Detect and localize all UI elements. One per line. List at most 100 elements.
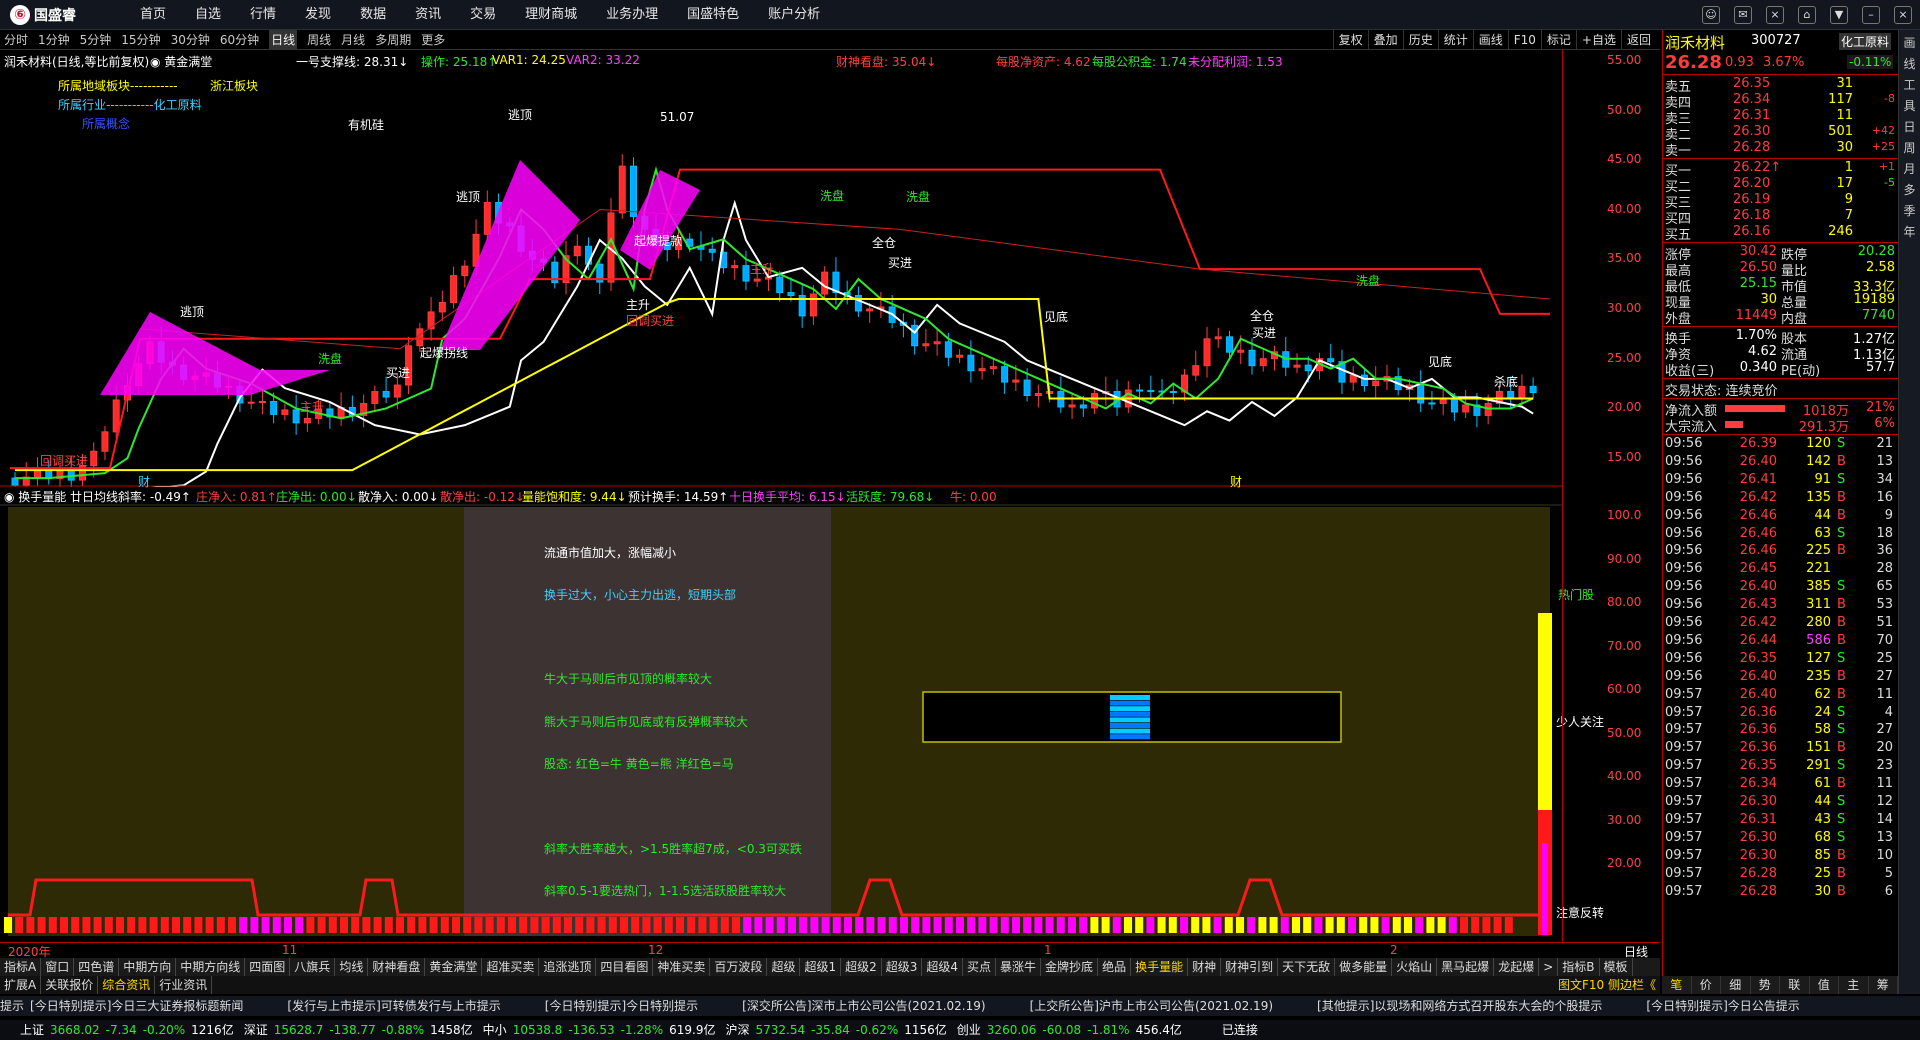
indicator-tab-19[interactable]: 超级4 bbox=[922, 958, 964, 976]
indicator-tab-3[interactable]: 中期方向 bbox=[119, 958, 177, 976]
nav-item-9[interactable]: 国盛特色 bbox=[687, 0, 739, 30]
nav-item-10[interactable]: 账户分析 bbox=[768, 0, 820, 30]
news-item-4[interactable]: [上交所公告]沪市上市公司公告(2021.02.19) bbox=[1030, 999, 1273, 1013]
indicator-tab-12[interactable]: 四目看图 bbox=[596, 958, 654, 976]
sidebar-tool-5[interactable]: 周 bbox=[1899, 139, 1920, 156]
chart-tool-4[interactable]: 画线 bbox=[1472, 30, 1508, 50]
indicator-tab-18[interactable]: 超级3 bbox=[882, 958, 923, 976]
sidebar-tool-2[interactable]: 工 bbox=[1899, 76, 1920, 93]
period-tab-7[interactable]: 周线 bbox=[307, 30, 331, 50]
chart-tool-0[interactable]: 复权 bbox=[1332, 30, 1368, 50]
indicator-tab-34[interactable]: 模板 bbox=[1600, 958, 1633, 976]
sidebar-tool-9[interactable]: 年 bbox=[1899, 223, 1920, 240]
indicator-tab-13[interactable]: 神准买卖 bbox=[653, 958, 711, 976]
period-tab-8[interactable]: 月线 bbox=[341, 30, 365, 50]
indicator-tab-21[interactable]: 暴涨牛 bbox=[996, 958, 1042, 976]
quote-tab-1[interactable]: 价 bbox=[1692, 976, 1721, 994]
ext-tab-3[interactable]: 行业资讯 bbox=[155, 976, 213, 994]
indicator-tab-2[interactable]: 四色谱 bbox=[74, 958, 120, 976]
news-item-2[interactable]: [今日特别提示]今日特别提示 bbox=[545, 999, 698, 1013]
nav-item-0[interactable]: 首页 bbox=[140, 0, 166, 30]
indicator-tab-17[interactable]: 超级2 bbox=[841, 958, 882, 976]
chart-subtitle[interactable]: ◉ 黄金满堂 bbox=[150, 53, 212, 70]
sidebar-tool-7[interactable]: 多 bbox=[1899, 181, 1920, 198]
nav-item-8[interactable]: 业务办理 bbox=[606, 0, 658, 30]
nav-item-2[interactable]: 行情 bbox=[250, 0, 276, 30]
indicator-tab-23[interactable]: 绝品 bbox=[1098, 958, 1132, 976]
nav-item-4[interactable]: 数据 bbox=[360, 0, 386, 30]
indicator-tab-24[interactable]: 换手量能 bbox=[1131, 958, 1189, 976]
indicator-tab-26[interactable]: 财神引到 bbox=[1221, 958, 1279, 976]
indicator-tab-5[interactable]: 四面图 bbox=[245, 958, 291, 976]
app-logo[interactable]: ⑥ 国盛睿 bbox=[10, 5, 76, 25]
sidebar-tool-8[interactable]: 季 bbox=[1899, 202, 1920, 219]
window-button-2[interactable]: ⨯ bbox=[1766, 6, 1784, 24]
index-2[interactable]: 中小 10538.8 -136.53 -1.28% 619.9亿 bbox=[483, 1023, 716, 1037]
index-0[interactable]: 上证 3668.02 -7.34 -0.20% 1216亿 bbox=[20, 1023, 234, 1037]
quote-tab-0[interactable]: 笔 bbox=[1662, 976, 1692, 994]
nav-item-1[interactable]: 自选 bbox=[195, 0, 221, 30]
sidebar-tool-1[interactable]: 线 bbox=[1899, 55, 1920, 72]
quote-tab-2[interactable]: 细 bbox=[1721, 976, 1751, 994]
kline-svg[interactable] bbox=[0, 50, 1660, 498]
indicator-tab-27[interactable]: 天下无敌 bbox=[1278, 958, 1336, 976]
news-item-0[interactable]: [今日特别提示]今日三大证券报标题新闻 bbox=[30, 999, 243, 1013]
indicator-svg[interactable] bbox=[0, 487, 1660, 942]
quote-tab-5[interactable]: 值 bbox=[1810, 976, 1839, 994]
chart-tool-1[interactable]: 叠加 bbox=[1367, 30, 1403, 50]
indicator-tab-30[interactable]: 黑马起爆 bbox=[1437, 958, 1495, 976]
sidebar-tool-3[interactable]: 具 bbox=[1899, 97, 1920, 114]
indicator-tab-32[interactable]: > bbox=[1539, 958, 1559, 976]
indicator-tab-31[interactable]: 龙起爆 bbox=[1494, 958, 1540, 976]
indicator-tab-14[interactable]: 百万波段 bbox=[710, 958, 768, 976]
index-4[interactable]: 创业 3260.06 -60.08 -1.81% 456.4亿 bbox=[957, 1023, 1182, 1037]
indicator-tab-15[interactable]: 超级 bbox=[767, 958, 801, 976]
news-item-6[interactable]: [今日特别提示]今日公告提示 bbox=[1646, 999, 1799, 1013]
ext-tab-2[interactable]: 综合资讯 bbox=[98, 976, 156, 994]
index-3[interactable]: 沪深 5732.54 -35.84 -0.62% 1156亿 bbox=[725, 1023, 946, 1037]
quote-tab-4[interactable]: 联 bbox=[1780, 976, 1810, 994]
index-1[interactable]: 深证 15628.7 -138.77 -0.88% 1458亿 bbox=[244, 1023, 473, 1037]
period-tab-9[interactable]: 多周期 bbox=[375, 30, 411, 50]
period-tab-6[interactable]: 日线 bbox=[269, 30, 298, 50]
indicator-tab-4[interactable]: 中期方向线 bbox=[176, 958, 246, 976]
indicator-tab-28[interactable]: 做多能量 bbox=[1335, 958, 1393, 976]
ext-tab-1[interactable]: 关联报价 bbox=[41, 976, 99, 994]
news-item-3[interactable]: [深交所公告]深市上市公司公告(2021.02.19) bbox=[742, 999, 985, 1013]
news-item-5[interactable]: [其他提示]以现场和网络方式召开股东大会的个股提示 bbox=[1317, 999, 1602, 1013]
chart-tool-6[interactable]: 标记 bbox=[1540, 30, 1576, 50]
side-panel-toggle[interactable]: 图文F10 侧边栏《 bbox=[1554, 976, 1660, 994]
period-tab-5[interactable]: 60分钟 bbox=[220, 30, 259, 50]
indicator-tab-16[interactable]: 超级1 bbox=[800, 958, 842, 976]
period-tab-4[interactable]: 30分钟 bbox=[171, 30, 210, 50]
nav-item-6[interactable]: 交易 bbox=[470, 0, 496, 30]
indicator-tab-6[interactable]: 八旗兵 bbox=[290, 958, 336, 976]
nav-item-3[interactable]: 发现 bbox=[305, 0, 331, 30]
indicator-tab-9[interactable]: 黄金满堂 bbox=[425, 958, 483, 976]
chart-tool-7[interactable]: +自选 bbox=[1575, 30, 1621, 50]
window-button-3[interactable]: ⌂ bbox=[1798, 6, 1816, 24]
window-button-1[interactable]: ✉ bbox=[1734, 6, 1752, 24]
ext-tab-0[interactable]: 扩展A bbox=[0, 976, 42, 994]
period-tab-2[interactable]: 5分钟 bbox=[80, 30, 112, 50]
chart-tool-5[interactable]: F10 bbox=[1507, 30, 1541, 50]
indicator-tab-11[interactable]: 追涨逃顶 bbox=[539, 958, 597, 976]
sidebar-tool-4[interactable]: 日 bbox=[1899, 118, 1920, 135]
window-button-6[interactable]: ⨯ bbox=[1894, 6, 1912, 24]
news-ticker[interactable]: 提示 [今日特别提示]今日三大证券报标题新闻 [发行与上市提示]可转债发行与上市提示… bbox=[0, 996, 1920, 1016]
indicator-name[interactable]: ◉ 换手量能 bbox=[4, 488, 66, 505]
sidebar-tool-6[interactable]: 月 bbox=[1899, 160, 1920, 177]
nav-item-5[interactable]: 资讯 bbox=[415, 0, 441, 30]
industry-tag[interactable]: 化工原料 bbox=[1839, 33, 1892, 50]
indicator-tab-20[interactable]: 买点 bbox=[963, 958, 997, 976]
sidebar-tool-0[interactable]: 画 bbox=[1899, 34, 1920, 51]
quote-tab-7[interactable]: 筹 bbox=[1869, 976, 1898, 994]
indicator-tab-10[interactable]: 超准买卖 bbox=[482, 958, 540, 976]
period-tab-0[interactable]: 分时 bbox=[4, 30, 28, 50]
window-button-4[interactable]: ▼ bbox=[1830, 6, 1848, 24]
kline-chart[interactable]: 润禾材料(日线,等比前复权) ◉ 黄金满堂 一号支撑线: 28.31↓ 操作: … bbox=[0, 50, 1660, 498]
chart-tool-2[interactable]: 历史 bbox=[1402, 30, 1438, 50]
indicator-tab-29[interactable]: 火焰山 bbox=[1392, 958, 1438, 976]
period-tab-1[interactable]: 1分钟 bbox=[38, 30, 70, 50]
nav-item-7[interactable]: 理财商城 bbox=[525, 0, 577, 30]
